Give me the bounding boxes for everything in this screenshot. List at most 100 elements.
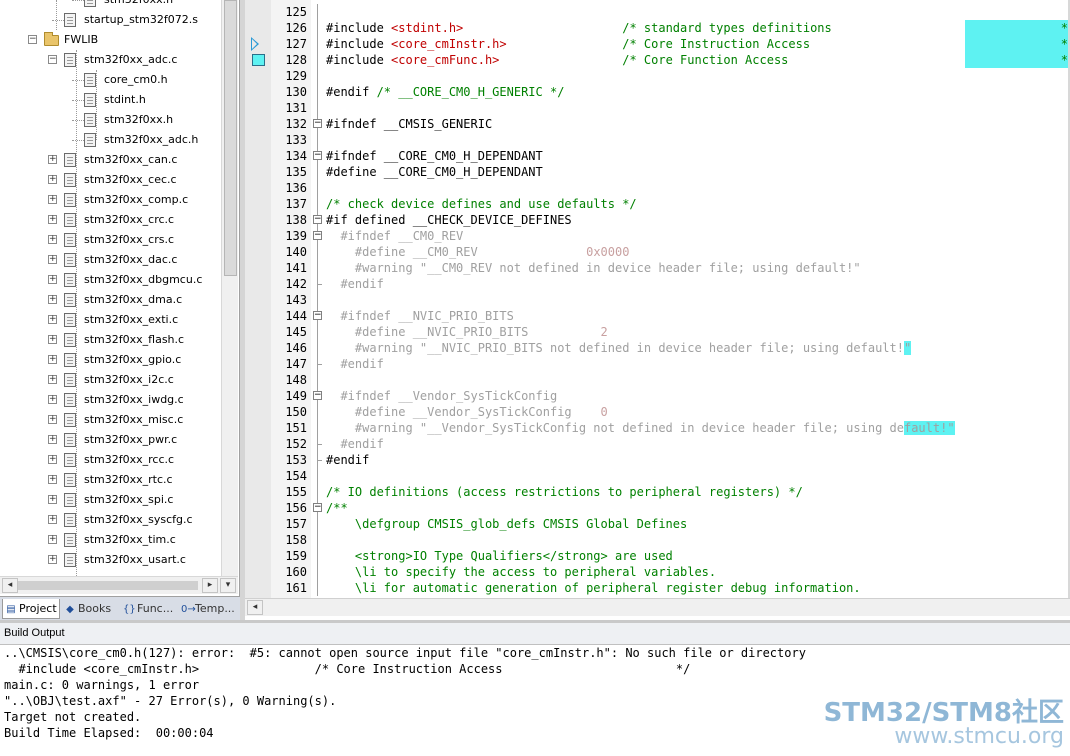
scroll-down-button[interactable]: ▾ xyxy=(220,578,236,593)
code-line[interactable]: <strong>IO Type Qualifiers</strong> are … xyxy=(326,548,673,564)
expand-icon[interactable]: + xyxy=(48,395,57,404)
expand-icon[interactable]: + xyxy=(48,255,57,264)
tree-vertical-scrollbar[interactable] xyxy=(221,0,238,576)
expand-icon[interactable]: + xyxy=(48,455,57,464)
expand-icon[interactable]: + xyxy=(48,195,57,204)
code-line[interactable]: #ifndef __CM0_REV xyxy=(326,228,463,244)
tree-file-item[interactable]: + stm32f0xx_dbgmcu.c xyxy=(0,270,219,290)
fold-collapse-icon[interactable]: − xyxy=(313,119,322,128)
code-line[interactable]: #define __Vendor_SysTickConfig 0 xyxy=(326,404,608,420)
tree-file-item[interactable]: + stm32f0xx_pwr.c xyxy=(0,430,219,450)
tree-file-item[interactable]: + stm32f0xx_crs.c xyxy=(0,230,219,250)
tree-file-item[interactable]: + stm32f0xx_cec.c xyxy=(0,170,219,190)
expand-icon[interactable]: + xyxy=(48,355,57,364)
collapse-icon[interactable]: − xyxy=(28,35,37,44)
code-line[interactable]: /** xyxy=(326,500,348,516)
code-line[interactable]: #warning "__CM0_REV not defined in devic… xyxy=(326,260,861,276)
tree-file-item[interactable]: + stm32f0xx_tim.c xyxy=(0,530,219,550)
expand-icon[interactable]: + xyxy=(48,495,57,504)
tree-file-item[interactable]: + stm32f0xx_dac.c xyxy=(0,250,219,270)
expand-icon[interactable]: + xyxy=(48,475,57,484)
collapse-icon[interactable]: − xyxy=(48,55,57,64)
fold-collapse-icon[interactable]: − xyxy=(313,311,322,320)
tree-file-item[interactable]: stm32f0xx.h xyxy=(0,0,219,10)
code-line[interactable]: #ifndef __Vendor_SysTickConfig xyxy=(326,388,557,404)
expand-icon[interactable]: + xyxy=(48,535,57,544)
code-line[interactable]: /* IO definitions (access restrictions t… xyxy=(326,484,803,500)
tree-file-item[interactable]: + stm32f0xx_crc.c xyxy=(0,210,219,230)
expand-icon[interactable]: + xyxy=(48,375,57,384)
scroll-left-button[interactable]: ◂ xyxy=(2,578,18,593)
code-line[interactable]: #define __NVIC_PRIO_BITS 2 xyxy=(326,324,608,340)
tab-functions[interactable]: {}Func... xyxy=(121,599,177,619)
code-line[interactable]: #define __CORE_CM0_H_DEPENDANT xyxy=(326,164,543,180)
editor-horizontal-scroll-thumb[interactable] xyxy=(265,603,1065,613)
build-output-panel[interactable]: ..\CMSIS\core_cm0.h(127): error: #5: can… xyxy=(0,645,1070,756)
fold-collapse-icon[interactable]: − xyxy=(313,231,322,240)
expand-icon[interactable]: + xyxy=(48,335,57,344)
editor-horizontal-scrollbar[interactable]: ◂ xyxy=(245,598,1070,616)
code-line[interactable]: #endif /* __CORE_CM0_H_GENERIC */ xyxy=(326,84,564,100)
fold-collapse-icon[interactable]: − xyxy=(313,391,322,400)
code-line[interactable]: #endif xyxy=(326,436,383,452)
tab-templates[interactable]: 0→Temp... xyxy=(179,599,239,619)
tree-folder-item[interactable]: − FWLIB xyxy=(0,30,219,50)
tree-horizontal-scrollbar[interactable]: ◂ ▸ ▾ xyxy=(0,576,238,594)
expand-icon[interactable]: + xyxy=(48,515,57,524)
code-line[interactable]: #include <core_cmInstr.h> /* Core Instru… xyxy=(326,36,810,52)
tab-project[interactable]: ▤ Project xyxy=(2,599,60,619)
tree-file-item[interactable]: + stm32f0xx_rcc.c xyxy=(0,450,219,470)
expand-icon[interactable]: + xyxy=(48,215,57,224)
expand-icon[interactable]: + xyxy=(48,275,57,284)
code-line[interactable]: \li to specify the access to peripheral … xyxy=(326,564,716,580)
code-editor[interactable]: 125 126 127 128 129 130 131 132 133 134 135 136 137 1… xyxy=(245,0,1070,598)
code-line[interactable]: #include <core_cmFunc.h> /* Core Functio… xyxy=(326,52,788,68)
code-line[interactable]: #endif xyxy=(326,452,369,468)
expand-icon[interactable]: + xyxy=(48,175,57,184)
editor-scroll-left-button[interactable]: ◂ xyxy=(247,600,263,615)
code-line[interactable]: #endif xyxy=(326,356,383,372)
code-line[interactable]: #ifndef __NVIC_PRIO_BITS xyxy=(326,308,513,324)
code-line[interactable]: \li for automatic generation of peripher… xyxy=(326,580,861,596)
tree-file-item[interactable]: + stm32f0xx_gpio.c xyxy=(0,350,219,370)
tree-file-item[interactable]: − stm32f0xx_adc.c xyxy=(0,50,219,70)
code-line[interactable]: #warning "__NVIC_PRIO_BITS not defined i… xyxy=(326,340,912,356)
expand-icon[interactable]: + xyxy=(48,295,57,304)
tree-file-item[interactable]: stm32f0xx_adc.h xyxy=(0,130,219,150)
editor-gutter[interactable] xyxy=(245,0,271,598)
tree-file-item[interactable]: + stm32f0xx_usart.c xyxy=(0,550,219,570)
tree-file-item[interactable]: + stm32f0xx_flash.c xyxy=(0,330,219,350)
expand-icon[interactable]: + xyxy=(48,435,57,444)
fold-collapse-icon[interactable]: − xyxy=(313,503,322,512)
tab-books[interactable]: ◆ Books xyxy=(62,599,118,619)
tree-file-item[interactable]: + stm32f0xx_syscfg.c xyxy=(0,510,219,530)
tree-vertical-scroll-thumb[interactable] xyxy=(224,0,237,276)
code-line[interactable]: #warning "__Vendor_SysTickConfig not def… xyxy=(326,420,955,436)
code-line[interactable]: /* check device defines and use defaults… xyxy=(326,196,637,212)
code-line[interactable]: #endif xyxy=(326,276,383,292)
tree-file-item[interactable]: core_cm0.h xyxy=(0,70,219,90)
tree-file-item[interactable]: stdint.h xyxy=(0,90,219,110)
code-line[interactable]: #ifndef __CORE_CM0_H_DEPENDANT xyxy=(326,148,543,164)
expand-icon[interactable]: + xyxy=(48,555,57,564)
fold-collapse-icon[interactable]: − xyxy=(313,215,322,224)
tree-file-item[interactable]: + stm32f0xx_dma.c xyxy=(0,290,219,310)
code-line[interactable]: #include <stdint.h> /* standard types de… xyxy=(326,20,832,36)
tree-file-item[interactable]: + stm32f0xx_spi.c xyxy=(0,490,219,510)
code-line[interactable]: \defgroup CMSIS_glob_defs CMSIS Global D… xyxy=(326,516,687,532)
scroll-right-button[interactable]: ▸ xyxy=(202,578,218,593)
expand-icon[interactable]: + xyxy=(48,235,57,244)
tree-file-item[interactable]: + stm32f0xx_comp.c xyxy=(0,190,219,210)
fold-collapse-icon[interactable]: − xyxy=(313,151,322,160)
tree-file-item[interactable]: + stm32f0xx_can.c xyxy=(0,150,219,170)
code-line[interactable]: #ifndef __CMSIS_GENERIC xyxy=(326,116,492,132)
code-line[interactable]: #if defined __CHECK_DEVICE_DEFINES xyxy=(326,212,572,228)
expand-icon[interactable]: + xyxy=(48,315,57,324)
expand-icon[interactable]: + xyxy=(48,415,57,424)
tree-file-item[interactable]: + stm32f0xx_iwdg.c xyxy=(0,390,219,410)
tree-file-item[interactable]: + stm32f0xx_exti.c xyxy=(0,310,219,330)
tree-file-item[interactable]: stm32f0xx.h xyxy=(0,110,219,130)
expand-icon[interactable]: + xyxy=(48,155,57,164)
tree-horizontal-scroll-thumb[interactable] xyxy=(18,581,198,590)
tree-file-item[interactable]: + stm32f0xx_misc.c xyxy=(0,410,219,430)
